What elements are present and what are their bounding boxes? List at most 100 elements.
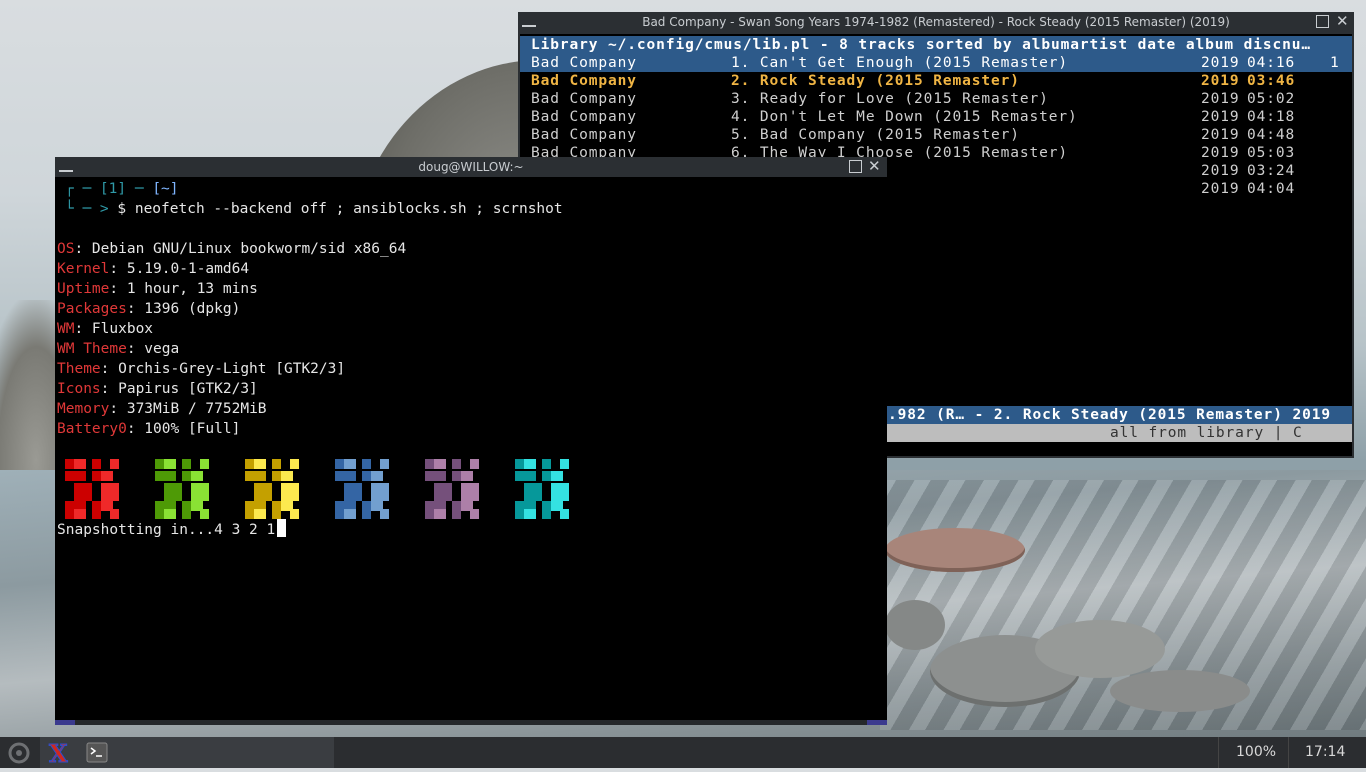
palette-cell [515, 459, 524, 469]
info-key: Battery0 [57, 421, 127, 437]
close-icon[interactable]: ✕ [1336, 13, 1349, 29]
track-artist: Bad Company [531, 127, 637, 143]
info-value: : Debian GNU/Linux bookworm/sid x86_64 [74, 241, 407, 257]
palette-cell [92, 471, 101, 481]
track-artist: Bad Company [531, 55, 637, 71]
maximize-icon[interactable] [849, 160, 862, 173]
palette-cell [335, 471, 344, 481]
palette-cell [65, 459, 74, 469]
volume-indicator[interactable]: 100% [1236, 737, 1286, 768]
terminal-output[interactable]: ┌ ─ [1] ─ [~] └ ─ > $ neofetch --backend… [55, 177, 887, 720]
info-line: Packages: 1396 (dpkg) [57, 299, 240, 319]
palette-cell [74, 459, 86, 469]
window-title: doug@WILLOW:~ [418, 160, 524, 174]
terminal-titlebar[interactable]: doug@WILLOW:~ ✕ [55, 157, 887, 177]
taskbar-app-terminal[interactable] [78, 737, 334, 768]
info-line: OS: Debian GNU/Linux bookworm/sid x86_64 [57, 239, 406, 259]
palette-cell [362, 509, 371, 519]
palette-cell [92, 459, 101, 469]
track-title: 1. Can't Get Enough (2015 Remaster) [731, 55, 1069, 71]
info-line: Uptime: 1 hour, 13 mins [57, 279, 258, 299]
track-row[interactable]: Bad Company 1. Can't Get Enough (2015 Rem… [520, 54, 1352, 72]
gear-icon[interactable] [0, 737, 40, 768]
track-date: 2019 [1201, 163, 1240, 179]
snapshot-line: Snapshotting in...4 3 2 1 [57, 519, 287, 539]
track-title: 2. Rock Steady (2015 Remaster) [731, 73, 1020, 89]
palette-cell [335, 509, 344, 519]
info-key: OS [57, 241, 75, 257]
info-key: WM [57, 321, 75, 337]
text-cursor [277, 519, 287, 537]
palette-cell [452, 509, 461, 519]
window-resize-bar[interactable] [55, 720, 887, 725]
palette-cell [425, 471, 434, 481]
palette-cell [155, 471, 164, 481]
palette-cell [344, 471, 356, 481]
track-row[interactable]: Bad Company 4. Don't Let Me Down (2015 Re… [520, 108, 1352, 126]
palette-cell [272, 509, 281, 519]
info-value: : 1396 (dpkg) [126, 301, 241, 317]
palette-cell [461, 471, 473, 481]
minimize-icon[interactable] [59, 170, 73, 172]
maximize-icon[interactable] [1316, 15, 1329, 28]
track-date: 2019 [1201, 109, 1240, 125]
palette-cell [65, 471, 74, 481]
palette-cell [371, 471, 383, 481]
palette-cell [425, 509, 434, 519]
track-duration: 05:03 [1247, 145, 1296, 161]
track-row[interactable]: Bad Company 3. Ready for Love (2015 Remas… [520, 90, 1352, 108]
palette-cell [551, 471, 563, 481]
info-value: : 373MiB / 7752MiB [109, 401, 267, 417]
info-line: WM: Fluxbox [57, 319, 153, 339]
palette-cell [434, 509, 446, 519]
palette-cell [245, 459, 254, 469]
track-duration: 03:46 [1247, 73, 1296, 89]
palette-cell [344, 459, 356, 469]
palette-cell [110, 459, 119, 469]
palette-cell [83, 483, 92, 501]
palette-cell [524, 471, 536, 481]
palette-cell [182, 509, 191, 519]
palette-cell [380, 483, 389, 501]
wallpaper-coin [1110, 670, 1250, 712]
info-value: : Fluxbox [74, 321, 154, 337]
track-row[interactable]: Bad Company 5. Bad Company (2015 Remaster… [520, 126, 1352, 144]
palette-cell [353, 483, 362, 501]
prompt-line-1: ┌ ─ [1] ─ [~] [65, 181, 179, 197]
clock: 17:14 [1305, 744, 1346, 760]
palette-cell [524, 509, 536, 519]
wallpaper-coin [1035, 620, 1165, 678]
color-palette-blocks [65, 459, 595, 521]
palette-cell [434, 459, 446, 469]
menu-button[interactable] [0, 737, 40, 768]
palette-cell [245, 509, 254, 519]
info-key: Kernel [57, 261, 110, 277]
palette-cell [452, 459, 461, 469]
palette-cell [470, 459, 479, 469]
close-icon[interactable]: ✕ [868, 158, 881, 174]
info-key: Icons [57, 381, 101, 397]
terminal-window[interactable]: doug@WILLOW:~ ✕ ┌ ─ [1] ─ [~] └ ─ > $ ne… [55, 157, 887, 725]
info-value: : Papirus [GTK2/3] [100, 381, 258, 397]
taskbar-app-x[interactable]: X [40, 737, 78, 769]
track-date: 2019 [1201, 145, 1240, 161]
palette-cell [182, 471, 191, 481]
palette-cell [272, 471, 281, 481]
palette-block [425, 459, 489, 519]
palette-cell [200, 509, 209, 519]
palette-cell [164, 459, 176, 469]
palette-block [335, 459, 399, 519]
palette-cell [254, 509, 266, 519]
palette-cell [542, 459, 551, 469]
palette-cell [515, 509, 524, 519]
info-value: : vega [126, 341, 180, 357]
track-row[interactable]: Bad Company 2. Rock Steady (2015 Remaster… [520, 72, 1352, 90]
palette-cell [281, 471, 293, 481]
taskbar: X 100% 17:14 [0, 737, 1366, 769]
track-duration: 04:04 [1247, 181, 1296, 197]
cmus-titlebar[interactable]: Bad Company - Swan Song Years 1974-1982 … [518, 12, 1354, 32]
minimize-icon[interactable] [522, 25, 536, 27]
track-duration: 03:24 [1247, 163, 1296, 179]
palette-cell [74, 509, 86, 519]
palette-cell [542, 471, 551, 481]
